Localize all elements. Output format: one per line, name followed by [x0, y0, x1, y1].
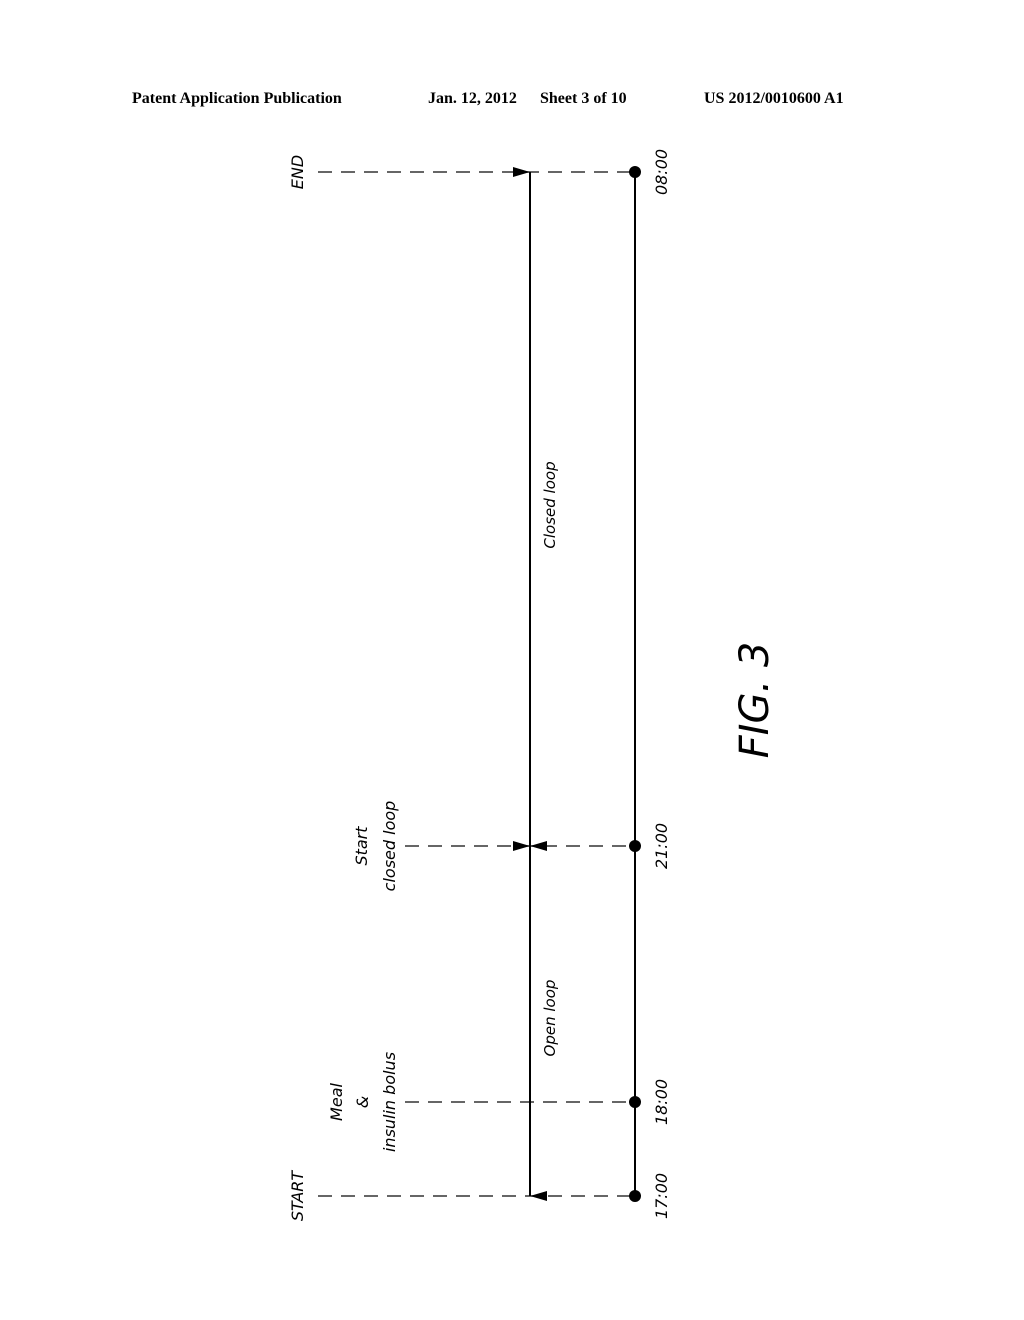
event-dot-start-closed: [629, 840, 641, 852]
event-dot-start: [629, 1190, 641, 1202]
time-label-meal: 18:00: [652, 1079, 671, 1125]
time-label-start: 17:00: [652, 1173, 671, 1219]
figure-label: FIG. 3: [732, 642, 778, 759]
event-label-start-closed-line1: Start: [352, 826, 371, 866]
phase-label-closed-loop: Closed loop: [541, 461, 559, 548]
event-label-meal-line2: &: [353, 1096, 372, 1108]
time-label-start-closed: 21:00: [652, 823, 671, 869]
timeline-diagram: Closed loop Open loop END Start closed l…: [288, 149, 778, 1222]
event-label-end: END: [288, 155, 307, 189]
event-label-start: START: [288, 1170, 307, 1222]
event-dot-meal: [629, 1096, 641, 1108]
event-label-meal-line1: Meal: [327, 1083, 346, 1121]
event-dot-end: [629, 166, 641, 178]
event-label-start-closed-line2: closed loop: [380, 801, 399, 892]
phase-label-open-loop: Open loop: [541, 980, 559, 1057]
event-label-meal-line3: insulin bolus: [380, 1052, 399, 1152]
time-label-end: 08:00: [652, 149, 671, 195]
